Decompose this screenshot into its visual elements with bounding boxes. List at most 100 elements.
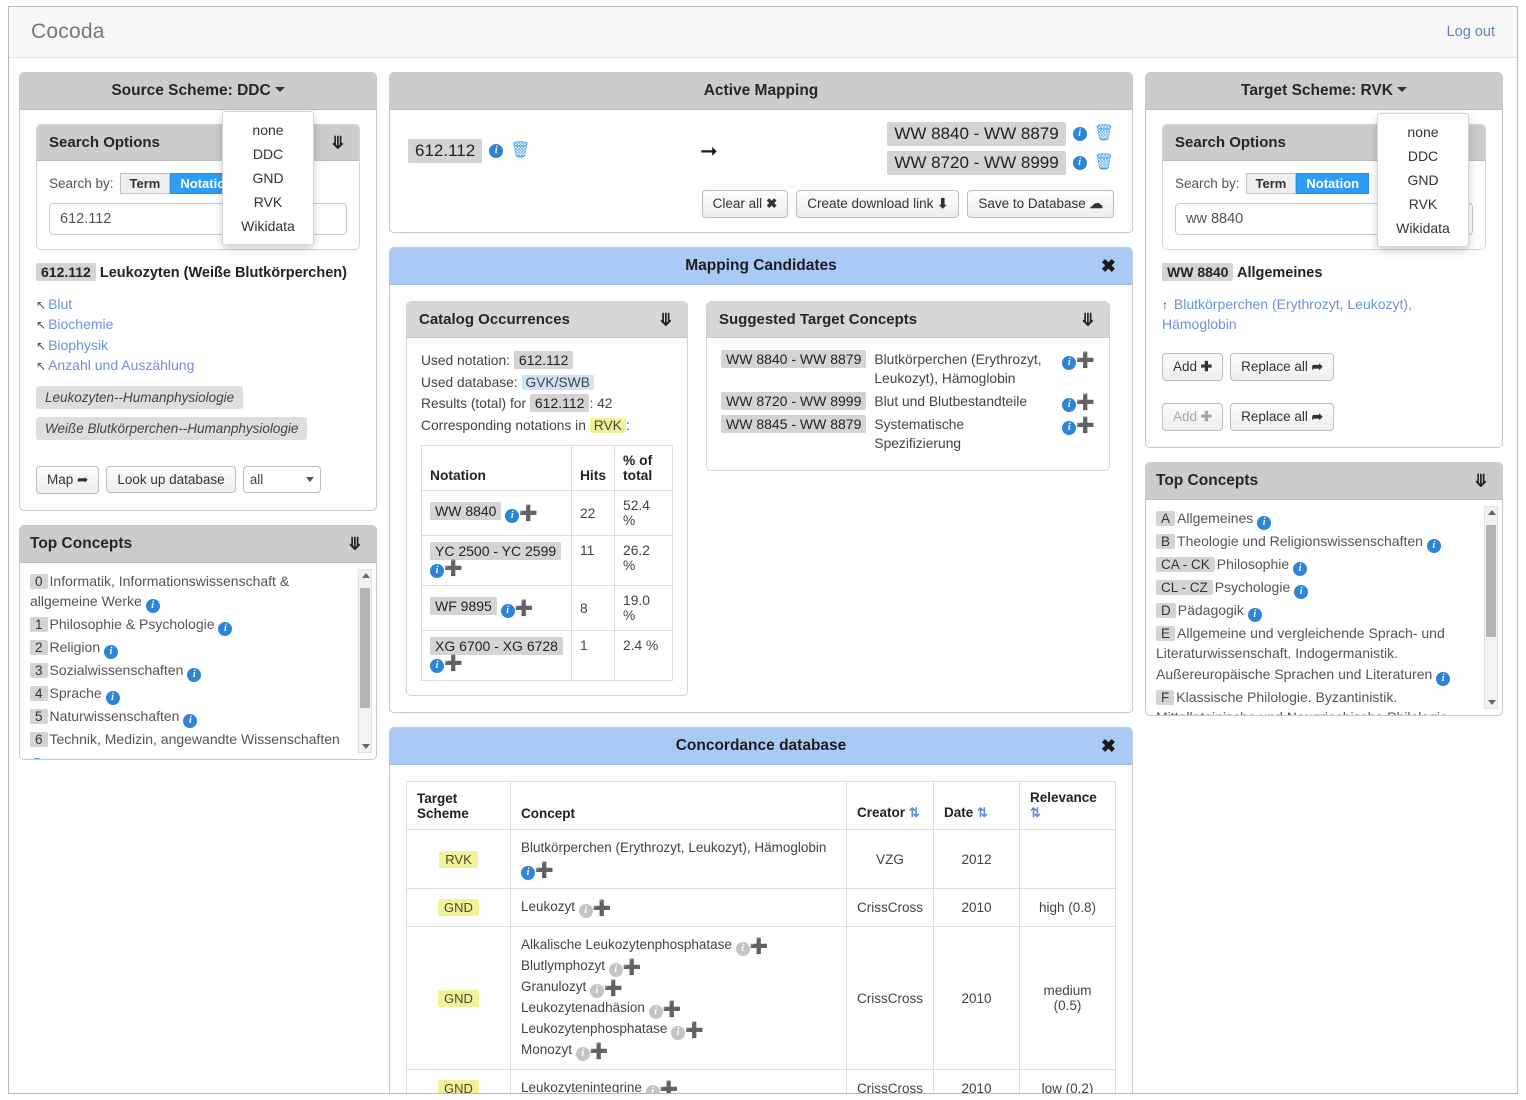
list-item[interactable]: 5 Naturwissenschaften i [30,706,352,729]
info-icon[interactable]: i [489,144,504,158]
info-icon[interactable]: i [1294,584,1309,599]
suggested-target-concepts-header[interactable]: Suggested Target Concepts ⤋ [707,302,1109,338]
mapping-source-notation[interactable]: 612.112 [408,139,483,163]
add-button-secondary[interactable]: Add ✚ [1162,402,1224,431]
target-toggle-notation[interactable]: Notation [1296,173,1370,194]
notation-chip[interactable]: WW 8840 [430,502,502,521]
target-scheme-option-none[interactable]: none [1378,120,1468,144]
delete-icon[interactable]: 🗑 [1094,126,1114,142]
target-scheme-option-rvk[interactable]: RVK [1378,192,1468,216]
target-concept-notation[interactable]: WW 8840 [1162,263,1234,281]
target-scheme-option-gnd[interactable]: GND [1378,168,1468,192]
create-download-link-button[interactable]: Create download link ⬇ [796,190,960,218]
info-icon[interactable]: i [1062,397,1077,412]
info-icon[interactable]: i [1062,356,1077,370]
list-item[interactable]: 6 Technik, Medizin, angewandte Wissenscha… [30,729,352,759]
scrollbar-thumb[interactable] [1486,524,1496,637]
add-icon[interactable]: ➕ [515,601,534,616]
chevron-down-icon[interactable]: ⤋ [1474,472,1488,489]
notation-chip[interactable]: YC 2500 - YC 2599 [430,542,562,561]
add-icon[interactable]: ➕ [444,656,463,671]
list-item[interactable]: 0 Informatik, Informationswissenschaft & … [30,571,352,614]
source-scheme-option-wikidata[interactable]: Wikidata [223,214,313,238]
target-scheme-header[interactable]: Target Scheme: RVK [1146,73,1502,110]
app-brand[interactable]: Cocoda [31,20,105,44]
notation-chip[interactable]: XG 6700 - XG 6728 [430,637,563,656]
info-icon[interactable]: i [30,757,44,759]
target-scheme-option-ddc[interactable]: DDC [1378,144,1468,168]
suggestion-notation[interactable]: WW 8840 - WW 8879 [721,350,867,368]
info-icon[interactable]: i [505,509,520,524]
info-icon[interactable]: i [187,668,202,683]
list-item[interactable]: 1 Philosophie & Psychologie i [30,614,352,637]
info-icon[interactable]: i [1072,127,1087,141]
source-broader-item[interactable]: ↖ Anzahl und Auszählung [36,355,360,375]
source-scheme-header[interactable]: Source Scheme: DDC [20,73,376,110]
suggestion-notation[interactable]: WW 8845 - WW 8879 [721,414,867,433]
source-scheme-option-gnd[interactable]: GND [223,166,313,190]
info-icon[interactable]: i [1257,515,1272,530]
info-icon[interactable]: i [1426,538,1441,553]
add-icon[interactable]: ➕ [1076,418,1095,433]
info-icon[interactable]: i [430,564,444,579]
info-icon[interactable]: i [1247,607,1262,622]
source-toggle-term[interactable]: Term [119,173,171,194]
target-broader-item[interactable]: ↑ Blutkörperchen (Erythrozyt, Leukozyt),… [1162,294,1486,335]
chevron-down-icon[interactable]: ⤋ [1081,311,1095,328]
scroll-up-icon[interactable] [1488,509,1496,515]
suggestion-notation[interactable]: WW 8720 - WW 8999 [721,391,867,410]
scroll-down-icon[interactable] [362,743,370,749]
mapping-target-notation[interactable]: WW 8840 - WW 8879 [887,122,1066,146]
list-item[interactable]: D Pädagogik i [1156,600,1478,622]
notation-chip[interactable]: WF 9895 [430,597,497,616]
logout-link[interactable]: Log out [1447,24,1495,40]
info-icon[interactable]: i [145,599,160,614]
info-icon[interactable]: i [500,604,515,619]
list-item[interactable]: E Allgemeine und vergleichende Sprach- un… [1156,623,1478,686]
map-button[interactable]: Map ➦ [36,465,100,494]
source-scheme-dropdown-menu[interactable]: none DDC GND RVK Wikidata [222,111,314,245]
target-scheme-option-wikidata[interactable]: Wikidata [1378,216,1468,240]
source-scheme-option-ddc[interactable]: DDC [223,142,313,166]
sort-icon[interactable]: ⇅ [1030,805,1041,821]
add-icon[interactable]: ➕ [444,561,463,576]
delete-icon[interactable]: 🗑 [510,143,530,159]
replace-all-button[interactable]: Replace all ➦ [1230,352,1334,381]
list-item[interactable]: A Allgemeines i [1156,508,1478,530]
scroll-down-icon[interactable] [1488,699,1496,705]
info-icon[interactable]: i [1293,561,1308,576]
scrollbar-vertical[interactable] [1484,505,1498,709]
list-item[interactable]: CL - CZ Psychologie i [1156,577,1478,599]
add-icon[interactable]: ➕ [1076,395,1095,410]
info-icon[interactable]: i [1062,420,1077,435]
source-concept-notation[interactable]: 612.112 [36,263,96,281]
source-broader-item[interactable]: ↖ Biophysik [36,335,360,355]
chevron-down-icon[interactable]: ⤋ [348,535,362,552]
add-icon[interactable]: ➕ [535,863,554,878]
close-icon[interactable]: ✖ [1101,257,1116,275]
source-scheme-option-rvk[interactable]: RVK [223,190,313,214]
info-icon[interactable]: i [183,714,198,729]
mapping-target-notation[interactable]: WW 8720 - WW 8999 [887,151,1066,175]
add-icon[interactable]: ➕ [519,506,538,521]
info-icon[interactable]: i [104,645,118,660]
add-button[interactable]: Add ✚ [1162,352,1224,381]
list-item[interactable]: 2 Religion i [30,637,352,660]
info-icon[interactable]: i [1072,156,1087,170]
lookup-database-button[interactable]: Look up database [106,466,236,494]
replace-all-button-secondary[interactable]: Replace all ➦ [1230,402,1334,431]
sort-icon[interactable]: ⇅ [977,805,988,821]
info-icon[interactable]: i [430,659,444,674]
list-item[interactable]: 3 Sozialwissenschaften i [30,660,352,683]
delete-icon[interactable]: 🗑 [1094,155,1114,171]
sort-icon[interactable]: ⇅ [909,805,920,821]
clear-all-button[interactable]: Clear all ✖ [701,190,789,218]
scrollbar-thumb[interactable] [360,587,370,708]
chevron-down-icon[interactable]: ⤋ [659,311,673,328]
list-item[interactable]: 4 Sprache i [30,683,352,706]
source-broader-item[interactable]: ↖ Blut [36,294,360,314]
source-top-concepts-header[interactable]: Top Concepts ⤋ [20,525,376,563]
info-icon[interactable]: i [521,866,535,881]
info-icon[interactable]: i [218,622,233,637]
source-broader-item[interactable]: ↖ Biochemie [36,314,360,334]
